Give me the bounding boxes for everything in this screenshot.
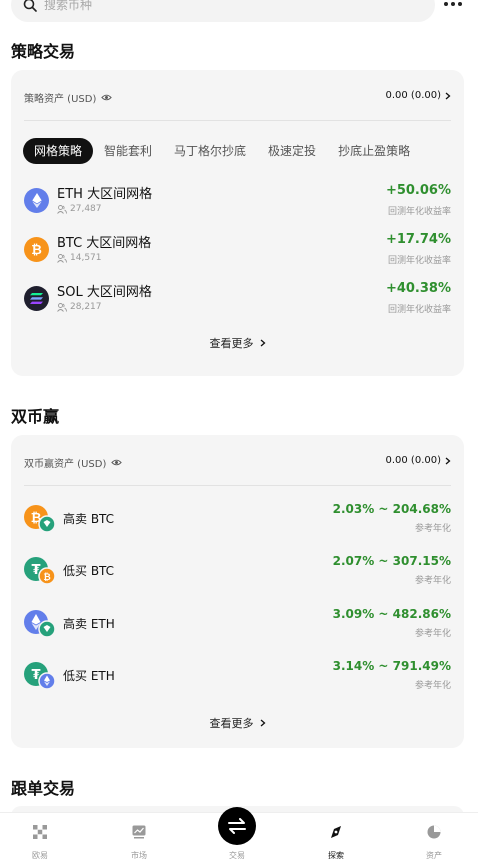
swap-icon — [218, 807, 256, 845]
dual-section-title: 双币赢 — [11, 407, 60, 426]
bottom-nav: 欧易 市场 交易 探索 资产 — [0, 807, 478, 860]
eye-icon[interactable] — [101, 92, 113, 103]
dual-view-more-button[interactable]: 查看更多 — [11, 715, 464, 731]
nav-item-assets[interactable]: 资产 — [404, 813, 464, 860]
dual-item-sell-high-eth[interactable]: 高卖 ETH 3.09% ~ 482.86% 参考年化 — [24, 603, 451, 643]
dual-item-buy-low-btc[interactable]: ₮ ₿ 低买 BTC 2.07% ~ 307.15% 参考年化 — [24, 550, 451, 590]
dual-apr-range: 3.14% ~ 791.49% — [332, 659, 451, 673]
strategy-item-eth[interactable]: ETH 大区间网格 27,487 +50.06% 回测年化收益率 — [24, 182, 451, 222]
strategy-asset-label: 策略资产 (USD) — [24, 94, 97, 105]
strategy-section-title: 策略交易 — [11, 42, 76, 61]
strategy-name: SOL 大区间网格 — [57, 285, 152, 300]
strategy-return-label: 回测年化收益率 — [387, 207, 451, 217]
dual-product-name: 低买 BTC — [63, 564, 115, 578]
users-icon — [57, 204, 67, 214]
okx-logo-icon — [33, 825, 47, 839]
strategy-asset-row[interactable]: 策略资产 (USD) 0.00 (0.00) — [24, 87, 451, 107]
search-placeholder: 搜索币种 — [44, 0, 93, 12]
tab-dip-take-profit[interactable]: 抄底止盈策略 — [327, 138, 421, 164]
chevron-right-icon — [260, 719, 265, 727]
dual-apr-range: 2.07% ~ 307.15% — [332, 554, 451, 568]
divider — [24, 485, 451, 486]
dual-apr-label: 参考年化 — [414, 576, 451, 586]
strategy-view-more-button[interactable]: 查看更多 — [11, 335, 464, 351]
dual-product-name: 高卖 ETH — [63, 617, 115, 631]
eth-icon — [24, 188, 49, 213]
chart-icon — [132, 825, 146, 839]
usdt-buy-eth-icon: ₮ — [24, 662, 56, 690]
strategy-item-btc[interactable]: ₿ BTC 大区间网格 14,571 +17.74% 回测年化收益率 — [24, 231, 451, 271]
sol-icon — [24, 286, 49, 311]
chevron-right-icon — [260, 339, 265, 347]
dual-asset-row[interactable]: 双币赢资产 (USD) 0.00 (0.00) — [24, 452, 451, 472]
divider — [24, 120, 451, 121]
eth-sell-high-icon — [24, 610, 56, 638]
nav-item-market[interactable]: 市场 — [109, 813, 169, 860]
strategy-name: ETH 大区间网格 — [57, 187, 153, 202]
btc-icon: ₿ — [24, 237, 49, 262]
copy-trading-section-title: 跟单交易 — [11, 779, 76, 798]
compass-icon — [331, 826, 341, 838]
dual-product-name: 低买 ETH — [63, 669, 115, 683]
strategy-tabs: 网格策略 智能套利 马丁格尔抄底 极速定投 抄底止盈策略 — [23, 138, 421, 164]
nav-item-trade[interactable]: 交易 — [207, 807, 267, 860]
nav-item-okx[interactable]: 欧易 — [10, 813, 70, 860]
usdt-buy-btc-icon: ₮ ₿ — [24, 557, 56, 585]
nav-label: 欧易 — [32, 851, 48, 860]
dual-card: 双币赢资产 (USD) 0.00 (0.00) ₿ 高卖 BTC 2.03% ~… — [11, 435, 464, 748]
dual-item-buy-low-eth[interactable]: ₮ 低买 ETH 3.14% ~ 791.49% 参考年化 — [24, 655, 451, 695]
search-input[interactable]: 搜索币种 — [11, 0, 435, 22]
pie-icon — [427, 825, 441, 839]
dual-item-sell-high-btc[interactable]: ₿ 高卖 BTC 2.03% ~ 204.68% 参考年化 — [24, 498, 451, 538]
dual-apr-label: 参考年化 — [414, 681, 451, 691]
strategy-users-count: 28,217 — [70, 302, 102, 312]
dual-apr-range: 2.03% ~ 204.68% — [332, 502, 451, 516]
tab-martingale[interactable]: 马丁格尔抄底 — [163, 138, 257, 164]
strategy-return: +17.74% — [385, 232, 451, 247]
tab-quick-dca[interactable]: 极速定投 — [257, 138, 327, 164]
eye-icon[interactable] — [111, 457, 123, 468]
dual-apr-label: 参考年化 — [414, 629, 451, 639]
strategy-asset-value: 0.00 (0.00) — [385, 90, 441, 101]
nav-label: 交易 — [229, 851, 245, 860]
more-options-icon[interactable] — [444, 0, 466, 10]
strategy-name: BTC 大区间网格 — [57, 236, 152, 251]
search-icon — [23, 0, 37, 12]
dual-product-name: 高卖 BTC — [63, 512, 115, 526]
strategy-users-count: 14,571 — [70, 253, 102, 263]
dual-asset-value: 0.00 (0.00) — [385, 455, 441, 466]
chevron-right-icon — [445, 457, 451, 464]
dual-apr-range: 3.09% ~ 482.86% — [332, 607, 451, 621]
strategy-return-label: 回测年化收益率 — [387, 256, 451, 266]
dual-asset-label: 双币赢资产 (USD) — [24, 459, 107, 470]
strategy-return: +40.38% — [385, 281, 451, 296]
view-more-label: 查看更多 — [209, 337, 254, 350]
users-icon — [57, 253, 67, 263]
chevron-right-icon — [445, 92, 451, 99]
strategy-return: +50.06% — [385, 183, 451, 198]
svg-text:₿: ₿ — [43, 572, 50, 583]
strategy-card: 策略资产 (USD) 0.00 (0.00) 网格策略 智能套利 马丁格尔抄底 … — [11, 70, 464, 376]
strategy-users-count: 27,487 — [70, 204, 102, 214]
search-row: 搜索币种 — [0, 0, 478, 22]
nav-label: 资产 — [426, 851, 442, 860]
btc-sell-high-icon: ₿ — [24, 505, 56, 533]
tab-grid-strategy[interactable]: 网格策略 — [23, 138, 94, 164]
nav-label: 市场 — [131, 851, 147, 860]
view-more-label: 查看更多 — [209, 717, 254, 730]
users-icon — [57, 302, 67, 312]
nav-item-explore[interactable]: 探索 — [306, 813, 366, 860]
dual-apr-label: 参考年化 — [414, 524, 451, 534]
strategy-item-sol[interactable]: SOL 大区间网格 28,217 +40.38% 回测年化收益率 — [24, 280, 451, 320]
strategy-return-label: 回测年化收益率 — [387, 305, 451, 315]
tab-smart-arbitrage[interactable]: 智能套利 — [93, 138, 163, 164]
nav-label: 探索 — [328, 851, 344, 860]
